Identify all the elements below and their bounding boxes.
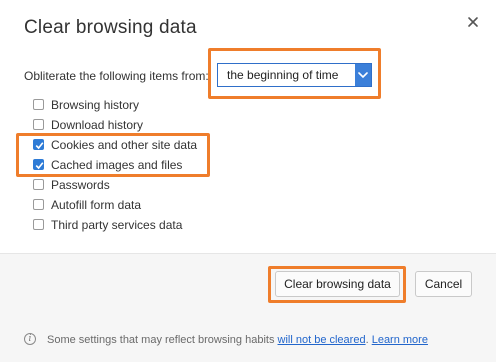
checkbox-browsing-history[interactable] (33, 99, 44, 110)
info-note-text: Some settings that may reflect browsing … (47, 334, 275, 346)
item-label: Passwords (51, 178, 110, 192)
dropdown-button[interactable] (355, 64, 371, 86)
item-label: Cached images and files (51, 158, 183, 172)
item-label: Third party services data (51, 218, 183, 232)
close-icon[interactable] (465, 14, 481, 30)
item-label: Cookies and other site data (51, 138, 198, 152)
checkbox-cookies[interactable] (33, 139, 44, 150)
clear-browsing-data-button[interactable]: Clear browsing data (275, 271, 400, 297)
item-label: Autofill form data (51, 198, 142, 212)
will-not-be-cleared-link[interactable]: will not be cleared (278, 334, 366, 346)
checkbox-autofill[interactable] (33, 199, 44, 210)
info-icon: i (24, 333, 36, 345)
item-label: Browsing history (51, 98, 140, 112)
checkmark-icon (35, 162, 44, 170)
checkbox-third-party[interactable] (33, 219, 44, 230)
learn-more-link[interactable]: Learn more (372, 334, 428, 346)
chevron-down-icon (358, 72, 368, 79)
time-period-dropdown[interactable]: the beginning of time (217, 63, 372, 87)
info-period: . (365, 334, 369, 346)
dialog-title: Clear browsing data (24, 17, 197, 38)
checkmark-icon (35, 142, 44, 150)
time-period-label: Obliterate the following items from: (24, 69, 209, 83)
checkbox-passwords[interactable] (33, 179, 44, 190)
time-period-selected: the beginning of time (227, 68, 339, 82)
info-text: Some settings that may reflect browsing … (47, 332, 428, 348)
checkbox-cached-images[interactable] (33, 159, 44, 170)
time-period-row: Obliterate the following items from: (24, 66, 209, 86)
item-label: Download history (51, 118, 144, 132)
clear-browsing-data-dialog: Clear browsing data Obliterate the follo… (0, 0, 496, 362)
checkbox-download-history[interactable] (33, 119, 44, 130)
cancel-button[interactable]: Cancel (415, 271, 472, 297)
